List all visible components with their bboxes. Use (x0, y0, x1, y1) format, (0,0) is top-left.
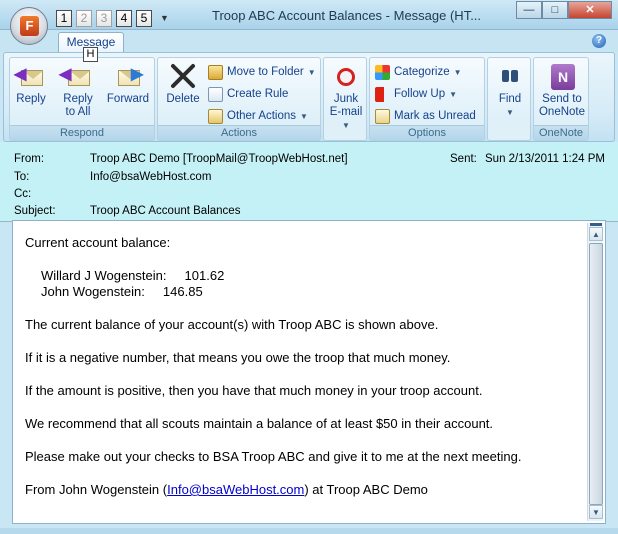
send-to-onenote-button[interactable]: N Send to OneNote (536, 62, 588, 119)
reply-all-button[interactable]: ◀ Reply to All (58, 62, 98, 119)
reply-icon: ◀ (14, 62, 46, 90)
delete-x-icon (168, 62, 198, 90)
scroll-up-icon[interactable]: ▲ (589, 227, 603, 241)
flag-icon (375, 86, 390, 102)
follow-up-button[interactable]: Follow Up ▼ (375, 85, 457, 103)
from-value[interactable]: Troop ABC Demo [TroopMail@TroopWebHost.n… (90, 153, 348, 165)
subject-label: Subject: (14, 205, 56, 217)
body-paragraph-5: Please make out your checks to BSA Troop… (25, 449, 522, 464)
forward-icon: ▶ (113, 62, 143, 90)
to-label: To: (14, 171, 30, 183)
account-name: Willard J Wogenstein: (41, 268, 167, 283)
account-balance: 146.85 (162, 284, 203, 299)
unread-envelope-icon (375, 108, 390, 124)
minimize-button[interactable]: — (516, 1, 542, 19)
junk-email-icon (331, 62, 361, 90)
find-button[interactable]: Find ▼ (490, 62, 530, 119)
office-button[interactable]: F (10, 7, 48, 45)
help-icon[interactable]: ? (592, 34, 606, 48)
mark-as-unread-button[interactable]: Mark as Unread (375, 107, 476, 125)
quick-access-keytip-2[interactable]: 2 (76, 9, 92, 27)
cc-label: Cc: (14, 188, 32, 200)
other-actions-icon (208, 108, 223, 124)
forward-button[interactable]: ▶ Forward (104, 62, 152, 106)
reply-all-icon: ◀ (59, 62, 93, 90)
group-find: Find ▼ (487, 57, 531, 141)
account-row: John Wogenstein: 146.85 (25, 284, 580, 300)
group-options-label: Options (370, 125, 484, 140)
close-button[interactable]: ✕ (568, 1, 612, 19)
body-paragraph-4: We recommend that all scouts maintain a … (25, 416, 494, 431)
group-junk: Junk E-mail ▼ (323, 57, 367, 141)
maximize-button[interactable]: □ (542, 1, 568, 19)
quick-access-keytip-3[interactable]: 3 (96, 9, 112, 27)
group-actions-label: Actions (158, 125, 320, 140)
office-logo-icon: F (20, 16, 39, 36)
title-bar: 1 2 3 4 5 ▼ Troop ABC Account Balances -… (0, 0, 618, 30)
to-value[interactable]: Info@bsaWebHost.com (90, 171, 211, 183)
quick-access-keytip-5[interactable]: 5 (136, 9, 152, 27)
account-row: Willard J Wogenstein: 101.62 (25, 268, 580, 284)
scroll-thumb[interactable] (589, 243, 603, 505)
window-controls: — □ ✕ (516, 1, 612, 19)
quick-access-keytip-4[interactable]: 4 (116, 9, 132, 27)
customize-toolbar-dropdown-icon[interactable]: ▼ (160, 13, 169, 23)
body-intro: Current account balance: (25, 235, 171, 250)
sent-value: Sun 2/13/2011 1:24 PM (485, 153, 605, 165)
signature-email-link[interactable]: Info@bsaWebHost.com (167, 482, 304, 497)
scroll-top-marker (590, 223, 602, 226)
message-body[interactable]: Current account balance: Willard J Wogen… (12, 220, 606, 524)
group-onenote: N Send to OneNote OneNote (533, 57, 589, 141)
body-paragraph-3: If the amount is positive, then you have… (25, 383, 483, 398)
binoculars-icon (495, 62, 525, 90)
from-label: From: (14, 153, 45, 165)
group-respond: ◀ Reply ◀ Reply to All ▶ Forward Respond (9, 57, 155, 141)
categorize-icon (375, 64, 390, 80)
group-options: Categorize ▼ Follow Up ▼ Mark as Unread Op… (369, 57, 485, 141)
ribbon: ◀ Reply ◀ Reply to All ▶ Forward Respond… (3, 52, 615, 142)
window-title: Troop ABC Account Balances - Message (HT… (212, 8, 482, 23)
group-respond-label: Respond (10, 125, 154, 140)
body-paragraph-1: The current balance of your account(s) w… (25, 317, 439, 332)
account-balance: 101.62 (184, 268, 225, 283)
categorize-button[interactable]: Categorize ▼ (375, 63, 462, 81)
message-header: From: Troop ABC Demo [TroopMail@TroopWeb… (0, 142, 618, 222)
body-paragraph-2: If it is a negative number, that means y… (25, 350, 451, 365)
reply-button[interactable]: ◀ Reply (14, 62, 48, 106)
window-bottom-border (0, 528, 618, 534)
account-name: John Wogenstein: (41, 284, 145, 299)
vertical-scrollbar[interactable]: ▲ ▼ (587, 223, 603, 521)
delete-button[interactable]: Delete (162, 62, 204, 106)
quick-access-toolbar: 1 2 3 4 5 ▼ (56, 8, 169, 28)
junk-email-button[interactable]: Junk E-mail ▼ (326, 62, 366, 132)
other-actions-button[interactable]: Other Actions ▼ (208, 107, 308, 125)
group-actions: Delete Move to Folder ▼ Create Rule Other… (157, 57, 321, 141)
body-signature: From John Wogenstein (Info@bsaWebHost.co… (25, 482, 428, 497)
scroll-down-icon[interactable]: ▼ (589, 505, 603, 519)
onenote-icon: N (547, 62, 577, 90)
subject-value: Troop ABC Account Balances (90, 205, 241, 217)
group-onenote-label: OneNote (534, 125, 588, 140)
move-folder-icon (208, 64, 223, 80)
create-rule-button[interactable]: Create Rule (208, 85, 288, 103)
quick-access-keytip-1[interactable]: 1 (56, 9, 72, 27)
move-to-folder-button[interactable]: Move to Folder ▼ (208, 63, 316, 81)
rule-icon (208, 86, 223, 102)
sent-label: Sent: (450, 153, 477, 165)
message-content: Current account balance: Willard J Wogen… (25, 235, 580, 515)
tab-message-keytip: H (83, 47, 98, 62)
